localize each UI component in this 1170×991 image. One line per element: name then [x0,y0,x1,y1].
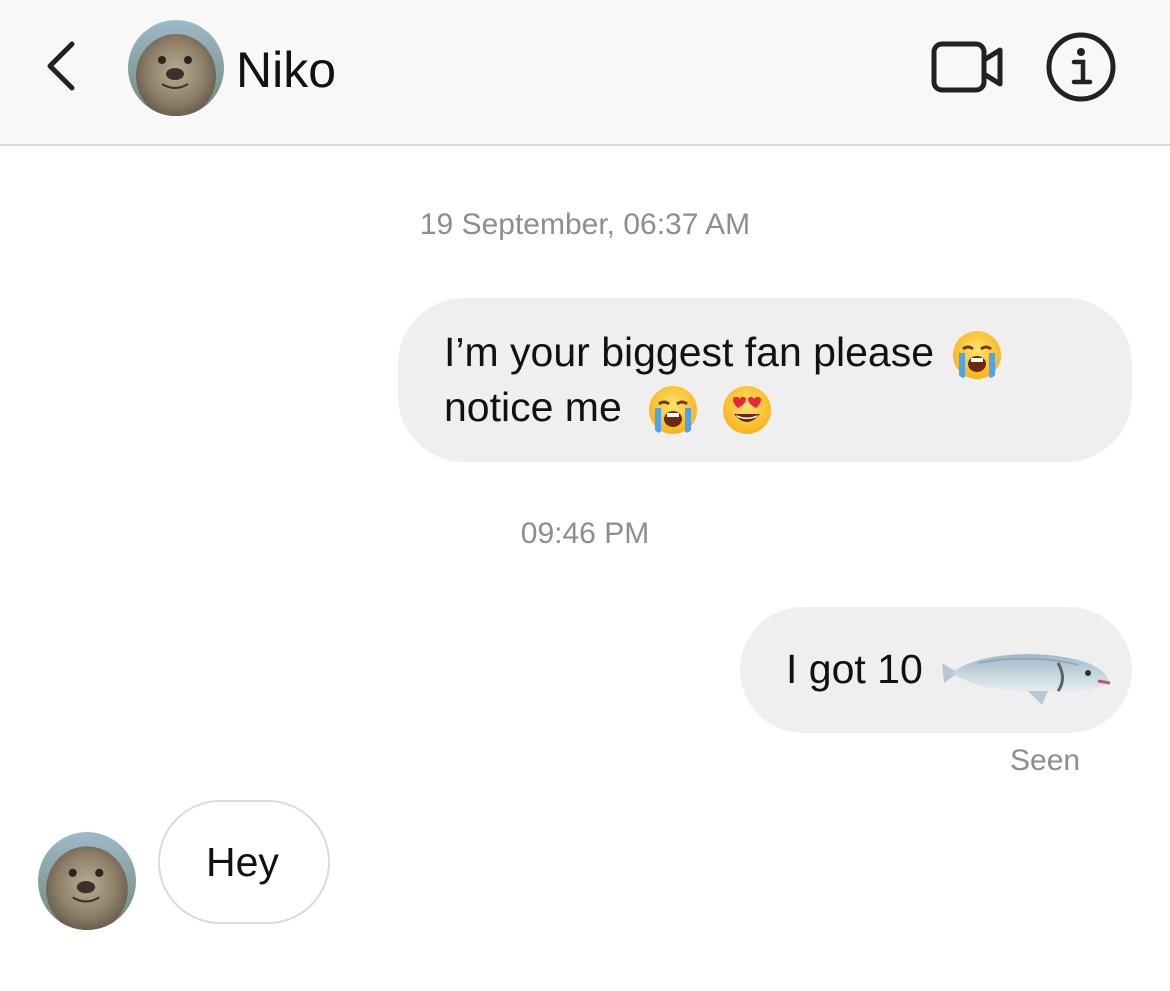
chevron-left-icon [47,41,75,91]
video-call-button[interactable] [930,38,1006,98]
video-camera-icon [931,41,1003,93]
loudly-crying-face-icon [953,331,1002,380]
message-timestamp: 09:46 PM [520,517,650,550]
contact-name[interactable]: Niko [236,40,336,100]
message-text: Hey [206,839,279,885]
message-text: notice me [444,384,622,431]
info-button[interactable] [1044,30,1118,104]
message-text: I’m your biggest fan please [444,329,934,375]
seen-status: Seen [1010,744,1081,777]
seal-avatar-image [128,20,224,116]
sender-avatar[interactable] [38,832,136,930]
message-line: notice me [444,381,1092,436]
outgoing-message-bubble[interactable]: I’m your biggest fan please notice me [398,298,1132,462]
info-icon [1046,32,1116,102]
seal-avatar-image [38,832,136,930]
outgoing-message-bubble[interactable]: I got 10 [740,607,1132,733]
message-text: I got 10 [786,646,923,692]
loudly-crying-face-icon [649,386,698,435]
heart-eyes-face-icon [722,386,771,435]
message-line: I’m your biggest fan please [444,326,1092,381]
incoming-message-bubble[interactable]: Hey [158,800,330,924]
back-button[interactable] [38,36,88,96]
fish-icon [942,654,1111,705]
chat-header: Niko [0,0,1170,146]
message-timestamp: 19 September, 06:37 AM [419,208,751,241]
contact-avatar[interactable] [128,20,224,116]
